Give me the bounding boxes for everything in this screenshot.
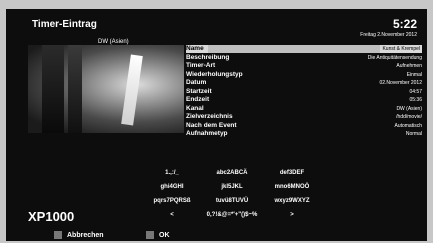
row-recording-type[interactable]: Aufnahmetyp Normal [186, 130, 422, 138]
green-button-icon [146, 231, 154, 239]
keypad-key[interactable]: tuvü8TUVÜ [202, 194, 262, 208]
clock: 5:22 [392, 17, 417, 31]
ok-label: OK [159, 231, 170, 239]
keypad-key[interactable]: jkl5JKL [202, 180, 262, 194]
keypad-row: 1.,:/_ abc2ABCÄ def3DEF [142, 166, 322, 180]
row-target-directory[interactable]: Zielverzeichnis /hdd/movie/ [186, 113, 422, 121]
keypad-row: < 0,?!&@=*'+"()$~% > [142, 208, 322, 222]
cancel-button[interactable]: Abbrechen [54, 231, 104, 239]
row-value: /hdd/movie/ [396, 114, 422, 120]
row-value: Die Antiquitätensendung [367, 54, 422, 61]
row-value: Normal [405, 131, 422, 137]
row-label: Zielverzeichnis [186, 113, 233, 120]
keypad-key[interactable]: < [142, 208, 202, 222]
keypad-row: pqrs7PQRSß tuvü8TUVÜ wxyz9WXYZ [142, 194, 322, 208]
keypad-key[interactable]: ghi4GHI [142, 180, 202, 194]
row-value: DW (Asien) [396, 105, 422, 112]
preview-shape [121, 54, 143, 126]
date-label: Freitag 2.November 2012 [360, 32, 417, 38]
page-title: Timer-Eintrag [32, 19, 97, 30]
keypad-key[interactable]: 0,?!&@=*'+"()$~% [202, 208, 262, 222]
keypad-row: ghi4GHI jkl5JKL mno6MNOÖ [142, 180, 322, 194]
row-value: Aufnehmen [396, 63, 422, 69]
row-value: Automatisch [394, 122, 422, 129]
row-label: Startzeit [186, 87, 212, 95]
preview-shape [42, 45, 64, 133]
keypad-key[interactable]: mno6MNOÖ [262, 180, 322, 194]
row-label: Endzeit [186, 96, 210, 103]
tv-screen: Timer-Eintrag 5:22 Freitag 2.November 20… [6, 9, 427, 241]
row-label: Kanal [186, 104, 204, 112]
keypad-key[interactable]: 1.,:/_ [142, 166, 202, 180]
row-channel[interactable]: Kanal DW (Asien) [186, 105, 422, 113]
row-label: Datum [186, 79, 207, 86]
row-value: Einmal [406, 71, 422, 78]
keypad-key[interactable]: pqrs7PQRSß [142, 194, 202, 208]
row-value: 02.November 2012 [379, 80, 422, 86]
row-label: Aufnahmetyp [186, 130, 228, 137]
row-label: Beschreibung [186, 53, 230, 61]
row-end-time[interactable]: Endzeit 05:36 [186, 96, 422, 104]
brand-logo: XP1000 [28, 209, 75, 224]
row-timer-type[interactable]: Timer-Art Aufnehmen [186, 62, 422, 70]
row-date[interactable]: Datum 02.November 2012 [186, 79, 422, 87]
ok-button[interactable]: OK [146, 231, 170, 239]
keypad-key[interactable]: def3DEF [262, 166, 322, 180]
row-description[interactable]: Beschreibung Die Antiquitätensendung [186, 54, 422, 62]
row-after-event[interactable]: Nach dem Event Automatisch [186, 122, 422, 130]
cancel-label: Abbrechen [67, 231, 104, 239]
row-start-time[interactable]: Startzeit 04:57 [186, 88, 422, 96]
keypad-key[interactable]: abc2ABCÄ [202, 166, 262, 180]
row-name[interactable]: Name Kunst & Krempel [186, 45, 422, 53]
row-value: 05:36 [409, 97, 422, 103]
keypad-key[interactable]: wxyz9WXYZ [262, 194, 322, 208]
row-repeat-type[interactable]: Wiederholungstyp Einmal [186, 71, 422, 79]
footer-bar: Abbrechen OK [6, 227, 427, 241]
preview-shape [68, 45, 82, 133]
video-preview [28, 45, 184, 133]
row-value: Kunst & Krempel [380, 45, 422, 53]
row-label: Wiederholungstyp [186, 70, 243, 78]
keypad-key[interactable]: > [262, 208, 322, 222]
row-label: Name [186, 45, 208, 53]
text-keypad: 1.,:/_ abc2ABCÄ def3DEF ghi4GHI jkl5JKL … [142, 166, 322, 222]
row-label: Timer-Art [186, 62, 216, 69]
row-value: 04:57 [409, 88, 422, 95]
row-label: Nach dem Event [186, 121, 237, 129]
timer-form: Name Kunst & Krempel Beschreibung Die An… [186, 45, 422, 139]
red-button-icon [54, 231, 62, 239]
